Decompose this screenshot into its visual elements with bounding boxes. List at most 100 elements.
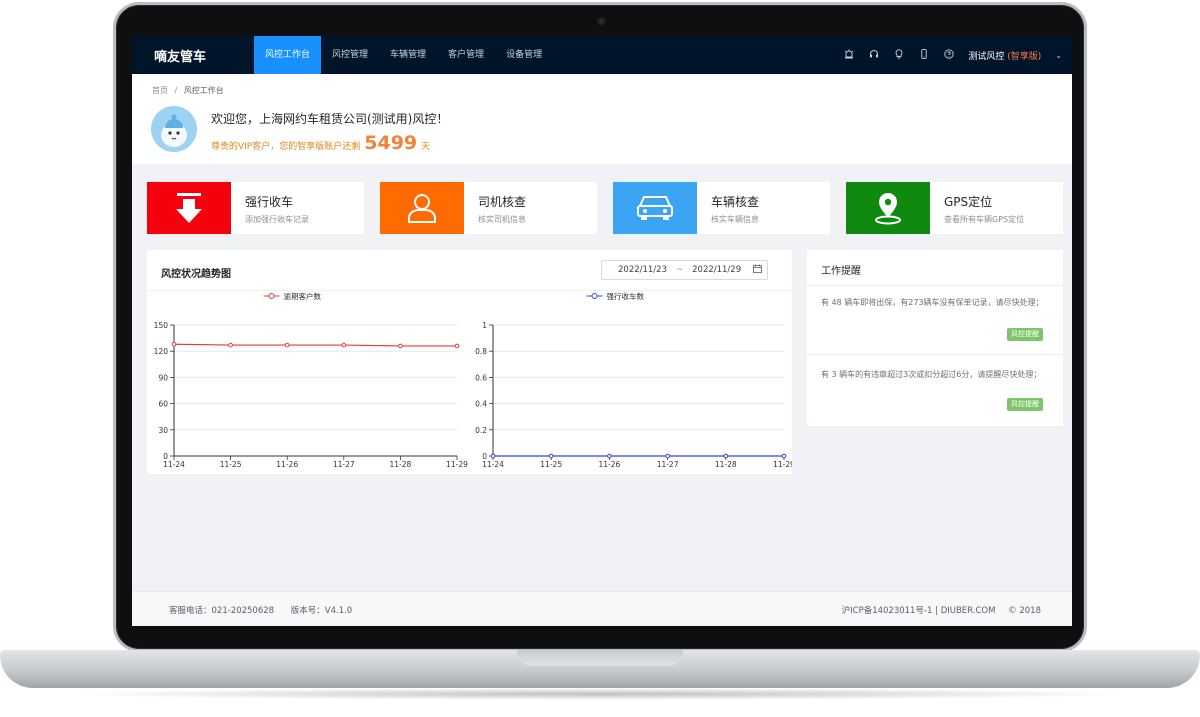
card-driver-check[interactable]: 司机核查核实司机信息 — [380, 182, 597, 234]
app-screen: 嘀友管车 风控工作台 风控管理 车辆管理 客户管理 设备管理 测试风控 (智享版… — [132, 36, 1072, 626]
nav-toolbar: 测试风控 (智享版) ⌄ — [843, 48, 1072, 62]
breadcrumb: 首页 / 风控工作台 — [152, 85, 224, 96]
mobile-icon[interactable] — [918, 48, 929, 62]
y-tick-label: 0.2 — [475, 426, 487, 435]
reminder-tag[interactable]: 风控提醒 — [1007, 328, 1043, 341]
main-menu: 风控工作台 风控管理 车辆管理 客户管理 设备管理 — [254, 36, 553, 74]
top-nav: 嘀友管车 风控工作台 风控管理 车辆管理 客户管理 设备管理 测试风控 (智享版… — [132, 36, 1072, 74]
alarm-icon[interactable] — [843, 49, 854, 62]
car-icon — [613, 182, 697, 234]
welcome-message: 欢迎您，上海网约车租赁公司(测试用)风控！ — [211, 112, 449, 126]
help-icon[interactable] — [943, 48, 954, 62]
data-point — [228, 342, 233, 348]
welcome-header: 首页 / 风控工作台 欢迎您，上海网约车租赁公司(测试用)风控！ 尊贵的VIP客… — [132, 74, 1072, 164]
x-tick-label: 11-25 — [220, 460, 242, 469]
y-tick-label: 120 — [154, 347, 169, 356]
breadcrumb-separator: / — [174, 86, 178, 95]
y-tick-label: 1 — [482, 321, 487, 330]
reminders-title: 工作提醒 — [821, 266, 861, 277]
trend-panel: 风控状况趋势图 2022/11/23 ~ 2022/11/29 逾期客户数 0 30… — [147, 250, 792, 474]
laptop-shadow — [60, 688, 1140, 700]
overdue-customers-chart: 逾期客户数030609012015011-24 11-25 11-26 11-27 11… — [154, 291, 468, 469]
data-point — [723, 453, 729, 459]
y-tick-label: 0.6 — [475, 373, 487, 382]
brand-logo[interactable]: 嘀友管车 — [132, 46, 254, 65]
breadcrumb-current: 风控工作台 — [183, 86, 224, 95]
x-tick-label: 11-26 — [599, 460, 621, 469]
menu-item-risk-workbench[interactable]: 风控工作台 — [254, 36, 322, 74]
data-point — [490, 453, 496, 459]
bulb-icon[interactable] — [893, 48, 904, 62]
vip-days-remaining: 5499 — [364, 132, 418, 154]
y-tick-label: 90 — [158, 373, 168, 382]
x-tick-label: 11-27 — [333, 460, 355, 469]
card-title: 司机核查 — [478, 195, 527, 209]
reminder-item: 有 3 辆车的有违章超过3次或扣分超过6分，请提醒尽快处理； — [821, 370, 1042, 379]
chevron-down-icon[interactable]: ⌄ — [1055, 51, 1062, 60]
vip-suffix: 天 — [421, 142, 431, 152]
card-subtitle: 核实车辆信息 — [711, 215, 759, 224]
vip-info: 尊贵的VIP客户，您的智享版账户还剩 5499 天 — [211, 132, 430, 154]
y-tick-label: 60 — [158, 400, 168, 409]
card-force-recover[interactable]: 强行收车添加强行收车记录 — [147, 182, 364, 234]
x-tick-label: 11-28 — [715, 460, 737, 469]
vip-prefix: 尊贵的VIP客户，您的智享版账户还剩 — [211, 142, 361, 152]
x-tick-label: 11-24 — [482, 460, 504, 469]
menu-item-vehicle-management[interactable]: 车辆管理 — [379, 36, 437, 74]
card-title: 强行收车 — [245, 195, 294, 209]
data-point — [607, 453, 612, 459]
reminders-divider — [807, 285, 1063, 286]
headset-icon[interactable] — [868, 49, 879, 62]
data-point — [398, 343, 403, 349]
breadcrumb-home[interactable]: 首页 — [152, 86, 168, 95]
menu-item-customer-management[interactable]: 客户管理 — [437, 36, 495, 74]
card-gps-location[interactable]: GPS定位查看所有车辆GPS定位 — [846, 182, 1063, 234]
menu-item-risk-management[interactable]: 风控管理 — [321, 36, 379, 74]
user-menu[interactable]: 测试风控 (智享版) — [968, 49, 1041, 62]
footer-right: 沪ICP备14023011号-1 | DIUBER.COM © 2018 — [842, 604, 1041, 616]
x-tick-label: 11-27 — [657, 460, 679, 469]
data-point — [454, 343, 460, 349]
legend-marker — [591, 293, 598, 299]
data-point — [341, 342, 347, 348]
copyright: © 2018 — [1008, 606, 1041, 616]
y-tick-label: 0.8 — [475, 347, 487, 356]
reminder-tag[interactable]: 风控提醒 — [1007, 398, 1043, 411]
reminders-divider — [807, 354, 1063, 355]
avatar — [151, 106, 197, 152]
location-icon — [846, 182, 930, 234]
data-point — [171, 341, 177, 347]
card-subtitle: 添加强行收车记录 — [245, 215, 309, 224]
trend-title: 风控状况趋势图 — [161, 269, 231, 280]
x-tick-label: 11-29 — [446, 460, 468, 469]
version-number: 版本号：V4.1.0 — [290, 606, 353, 616]
camera-icon — [597, 17, 606, 26]
data-point — [548, 453, 554, 459]
card-vehicle-check[interactable]: 车辆核查 核实车辆信息 — [613, 182, 830, 234]
y-tick-label: 0.4 — [475, 400, 487, 409]
reminder-item: 有 48 辆车即将出保，有273辆车没有保单记录，请尽快处理； — [821, 298, 1044, 307]
legend-label: 逾期客户数 — [284, 291, 322, 301]
footer: 客服电话：021-20250628 版本号：V4.1.0 沪ICP备140230… — [132, 591, 1072, 626]
menu-item-device-management[interactable]: 设备管理 — [495, 36, 553, 74]
date-range-picker[interactable]: 2022/11/23 ~ 2022/11/29 — [601, 260, 768, 280]
date-end[interactable]: 2022/11/29 — [692, 265, 741, 275]
card-subtitle: 核实司机信息 — [478, 215, 526, 224]
calendar-icon[interactable] — [753, 264, 763, 276]
date-start[interactable]: 2022/11/23 — [618, 265, 667, 275]
user-edition-tag: (智享版) — [1007, 51, 1042, 62]
date-separator: ~ — [676, 265, 684, 275]
user-name: 测试风控 — [968, 51, 1005, 62]
icp-record[interactable]: 沪ICP备14023011号-1 | DIUBER.COM — [842, 606, 996, 616]
work-reminders-panel: 工作提醒 有 48 辆车即将出保，有273辆车没有保单记录，请尽快处理； 风控提… — [807, 250, 1063, 426]
force-recover-chart: 强行收车数00.20.40.60.8111-24 11-25 11-26 11-27 1… — [475, 291, 792, 469]
data-point — [781, 453, 787, 459]
x-tick-label: 11-28 — [390, 460, 412, 469]
card-title: GPS定位 — [944, 195, 993, 209]
user-icon — [380, 182, 464, 234]
service-phone: 客服电话：021-20250628 — [169, 606, 275, 616]
download-icon — [147, 182, 231, 234]
card-subtitle: 查看所有车辆GPS定位 — [944, 215, 1025, 224]
x-tick-label: 11-24 — [163, 460, 185, 469]
legend-label: 强行收车数 — [607, 291, 645, 301]
